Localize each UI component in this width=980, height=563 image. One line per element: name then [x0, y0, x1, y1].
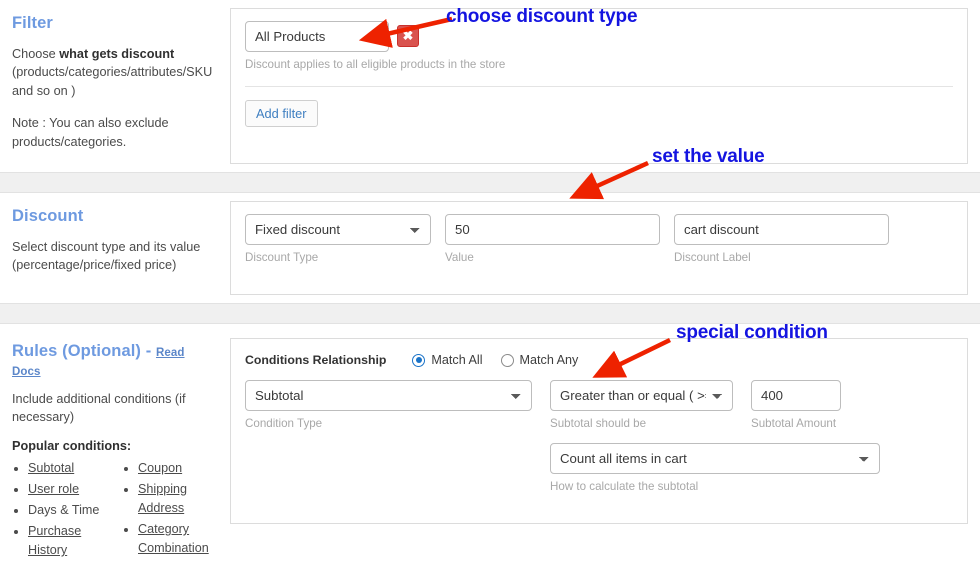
list-item[interactable]: Days & Time	[28, 501, 122, 520]
popular-conditions-lists: Subtotal User role Days & Time Purchase …	[12, 459, 209, 563]
list-item[interactable]: Coupon	[138, 459, 209, 478]
popular-conditions-col-2: Coupon Shipping Address Category Combina…	[122, 459, 209, 563]
condition-link[interactable]: Coupon	[138, 461, 182, 475]
condition-type-select[interactable]: Subtotal	[245, 380, 532, 411]
condition-link[interactable]: User role	[28, 482, 79, 496]
amount-field: Subtotal Amount	[751, 380, 841, 431]
annotation-set-the-value: set the value	[652, 146, 765, 167]
discount-rules-settings-page: Filter Choose what gets discount (produc…	[0, 0, 980, 557]
match-any-radio-option[interactable]: Match Any	[500, 353, 589, 367]
condition-link[interactable]: Subtotal	[28, 461, 74, 475]
rules-panel: Conditions Relationship Match All Match …	[230, 338, 968, 524]
condition-type-field: Subtotal Condition Type	[245, 380, 532, 431]
discount-type-select[interactable]: Fixed discount	[245, 214, 431, 245]
operator-hint: Subtotal should be	[550, 417, 647, 430]
section-gap-1	[0, 172, 980, 193]
list-item[interactable]: Category Combination	[138, 520, 209, 558]
conditions-relationship-row: Conditions Relationship Match All Match …	[245, 353, 953, 380]
popular-conditions-title: Popular conditions:	[12, 438, 132, 453]
annotation-special-condition: special condition	[676, 322, 828, 343]
filter-note: Note : You can also exclude products/cat…	[12, 116, 169, 149]
subtotal-operator-select[interactable]: Greater than or equal ( >= )	[550, 380, 733, 411]
condition-type-hint: Condition Type	[245, 417, 323, 430]
discount-type-field: Fixed discount Discount Type	[245, 214, 431, 265]
rules-heading: Rules (Optional) - Read Docs	[12, 342, 185, 378]
filter-description: Choose what gets discount (products/cate…	[12, 47, 213, 98]
section-gap-2	[0, 303, 980, 324]
discount-value-hint: Value	[445, 251, 474, 264]
discount-section: Discount Select discount type and its va…	[0, 193, 980, 303]
subtotal-amount-input[interactable]	[751, 380, 841, 411]
product-scope-select[interactable]: All Products	[245, 21, 389, 52]
discount-description: Select discount type and its value (perc…	[12, 240, 201, 273]
discount-control-row: Fixed discount Discount Type Value Disco…	[245, 214, 953, 265]
rules-description: Include additional conditions (if necess…	[12, 392, 186, 425]
condition-row-2: Count all items in cart How to calculate…	[245, 443, 953, 494]
list-item[interactable]: Subtotal	[28, 459, 122, 478]
list-item[interactable]: User role	[28, 480, 122, 499]
condition-link[interactable]: Purchase History	[28, 524, 81, 557]
radio-unselected-icon[interactable]	[500, 353, 514, 367]
radio-selected-icon[interactable]	[412, 353, 426, 367]
filter-sidebar: Filter Choose what gets discount (produc…	[0, 0, 218, 165]
filter-panel: All Products ✖ Discount applies to all e…	[230, 8, 968, 164]
discount-value-field: Value	[445, 214, 660, 265]
discount-label-field: Discount Label	[674, 214, 889, 265]
conditions-relationship-label: Conditions Relationship	[245, 353, 387, 367]
discount-label-input[interactable]	[674, 214, 889, 245]
list-item[interactable]: Shipping Address	[138, 480, 209, 518]
product-scope-hint: Discount applies to all eligible product…	[245, 58, 506, 71]
remove-filter-button[interactable]: ✖	[397, 25, 419, 47]
match-any-label: Match Any	[519, 353, 579, 367]
match-all-label: Match All	[431, 353, 483, 367]
discount-heading: Discount	[12, 207, 84, 225]
calc-method-hint: How to calculate the subtotal	[550, 480, 699, 494]
discount-value-input[interactable]	[445, 214, 660, 245]
calc-method-field: Count all items in cart How to calculate…	[550, 443, 880, 494]
discount-type-hint: Discount Type	[245, 251, 319, 264]
discount-label-hint: Discount Label	[674, 251, 751, 264]
condition-row-1: Subtotal Condition Type Greater than or …	[245, 380, 953, 431]
annotation-choose-discount-type: choose discount type	[446, 6, 638, 27]
popular-conditions-col-1: Subtotal User role Days & Time Purchase …	[12, 459, 122, 563]
rules-sidebar: Rules (Optional) - Read Docs Include add…	[0, 324, 218, 563]
add-filter-button[interactable]: Add filter	[245, 100, 318, 128]
discount-panel: Fixed discount Discount Type Value Disco…	[230, 201, 968, 295]
amount-hint: Subtotal Amount	[751, 417, 837, 430]
discount-sidebar: Discount Select discount type and its va…	[0, 193, 218, 289]
condition-link[interactable]: Category Combination	[138, 522, 209, 555]
condition-label: Days & Time	[28, 503, 100, 518]
operator-field: Greater than or equal ( >= ) Subtotal sh…	[550, 380, 733, 431]
match-all-radio-option[interactable]: Match All	[412, 353, 492, 367]
subtotal-calc-select[interactable]: Count all items in cart	[550, 443, 880, 475]
condition-link[interactable]: Shipping Address	[138, 482, 187, 515]
rules-section: Rules (Optional) - Read Docs Include add…	[0, 324, 980, 557]
filter-heading: Filter	[12, 14, 53, 32]
filter-divider	[245, 86, 953, 88]
